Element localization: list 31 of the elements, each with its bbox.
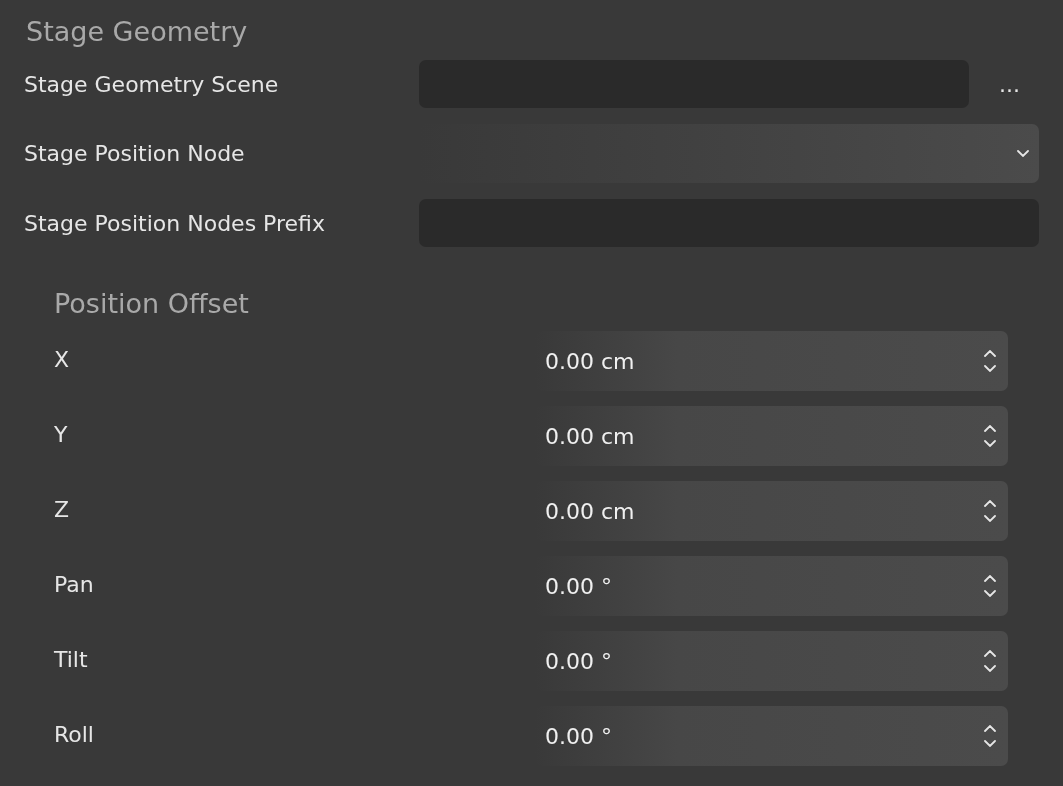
field-value: 0.00 ° [545,648,612,674]
field-label: Roll [54,721,95,747]
field-value: 0.00 ° [545,573,612,599]
field-label: Stage Position Nodes Prefix [24,210,326,236]
field-label: X [54,346,71,372]
decrement-icon[interactable] [984,665,996,672]
increment-icon[interactable] [984,650,996,657]
field-value: 0.00 cm [545,423,635,449]
browse-button[interactable]: ... [995,71,1024,97]
increment-icon[interactable] [984,500,996,507]
increment-icon[interactable] [984,425,996,432]
increment-icon[interactable] [984,575,996,582]
field-label: Tilt [54,646,89,672]
field-label: Stage Geometry Scene [24,71,280,97]
decrement-icon[interactable] [984,440,996,447]
increment-icon[interactable] [984,725,996,732]
field-label: Pan [54,571,95,597]
field-label: Stage Position Node [24,141,246,166]
increment-icon[interactable] [984,350,996,357]
field-value: 0.00 cm [545,348,635,374]
group-title: Position Offset [54,286,250,321]
decrement-icon[interactable] [984,365,996,372]
field-value: 0.00 cm [545,498,635,524]
decrement-icon[interactable] [984,590,996,597]
field-label: Z [54,496,71,522]
section-title: Stage Geometry [26,14,249,49]
field-label: Y [54,421,69,447]
field-value: 0.00 ° [545,723,612,749]
chevron-down-icon [1017,150,1029,157]
decrement-icon[interactable] [984,740,996,747]
decrement-icon[interactable] [984,515,996,522]
